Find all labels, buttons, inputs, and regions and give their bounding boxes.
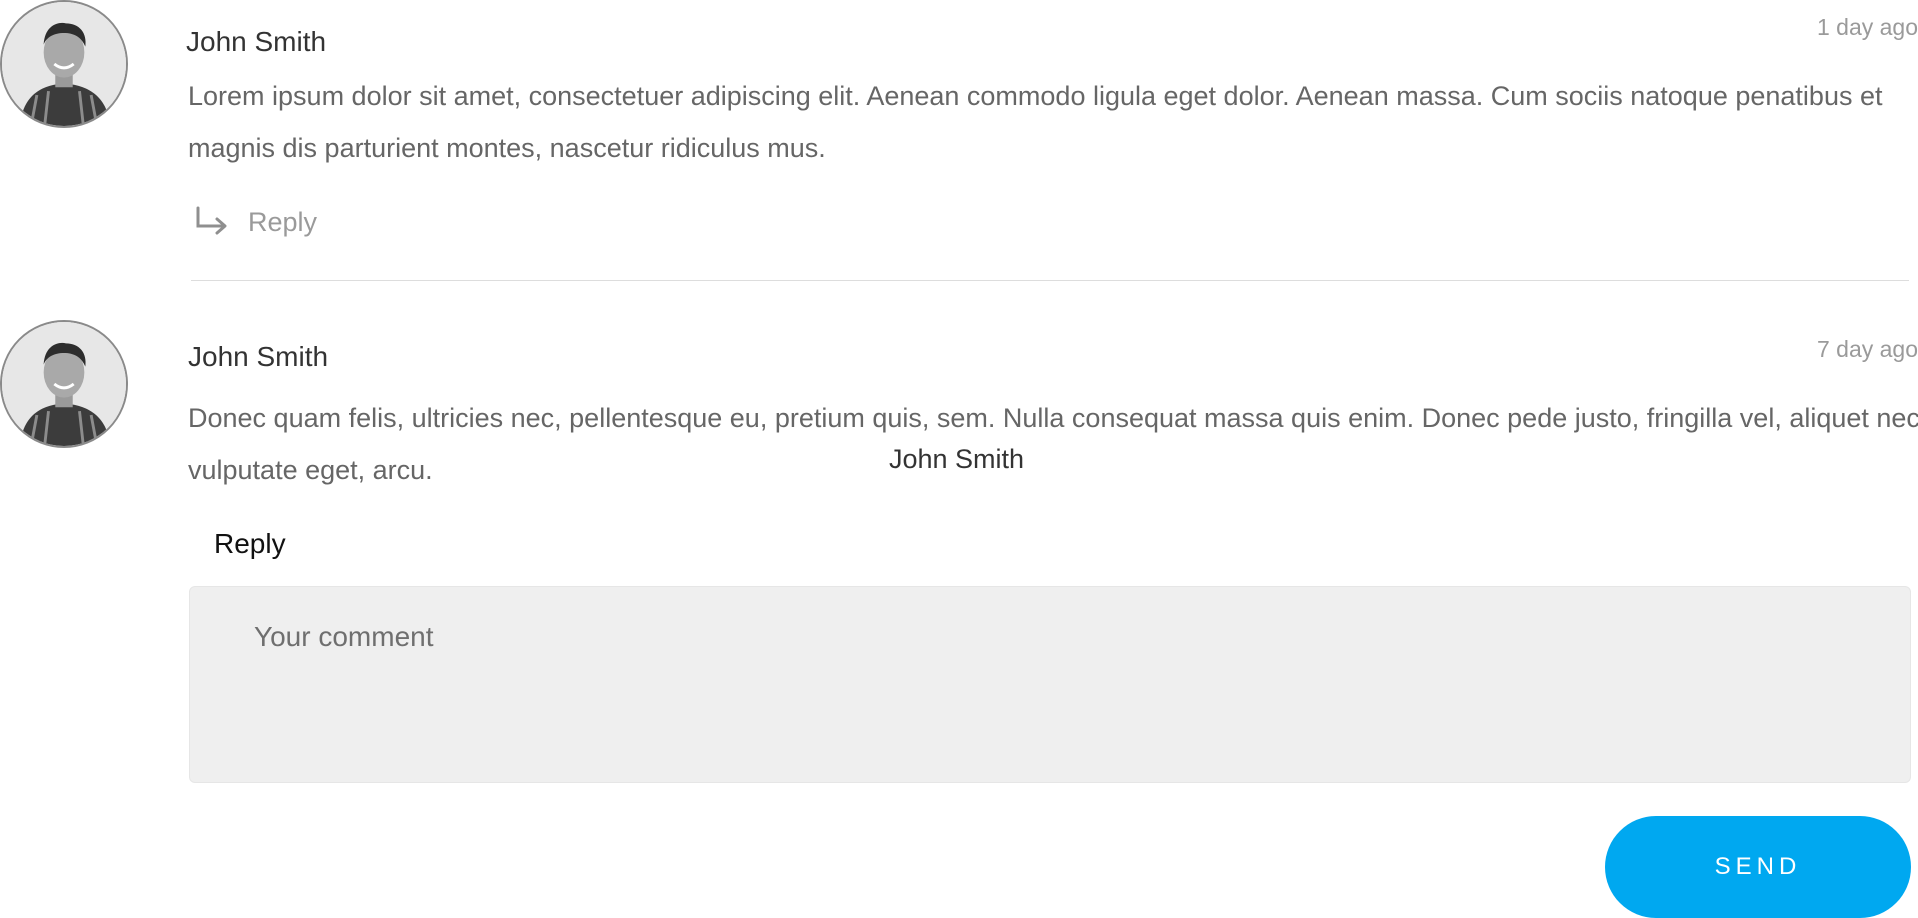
reply-target-author: John Smith bbox=[889, 444, 1025, 474]
comment-divider bbox=[191, 280, 1909, 281]
reply-button[interactable]: Reply bbox=[192, 202, 317, 242]
avatar[interactable] bbox=[0, 0, 128, 128]
comment-input[interactable] bbox=[189, 586, 1911, 783]
avatar[interactable] bbox=[0, 320, 128, 448]
reply-arrow-icon bbox=[192, 202, 232, 242]
comment-author: John Smith bbox=[188, 341, 329, 372]
comment-text: Lorem ipsum dolor sit amet, consectetuer… bbox=[188, 81, 1883, 163]
comments-section: John Smith 1 day ago Lorem ipsum dolor s… bbox=[0, 0, 1918, 918]
user-photo-icon bbox=[2, 2, 126, 126]
user-photo-icon bbox=[2, 322, 126, 446]
comment-text: Donec quam felis, ultricies nec, pellent… bbox=[188, 403, 1918, 485]
comment-timestamp: 7 day ago bbox=[1816, 336, 1918, 362]
reply-label: Reply bbox=[248, 206, 318, 237]
comment-timestamp: 1 day ago bbox=[1816, 14, 1918, 40]
reply-form-heading: Reply bbox=[214, 528, 286, 559]
comment-author: John Smith bbox=[186, 26, 327, 57]
send-button[interactable]: SEND bbox=[1605, 816, 1911, 918]
